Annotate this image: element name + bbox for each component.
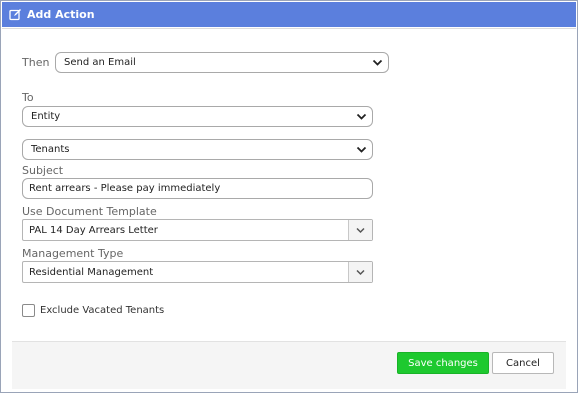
mgmt-dropdown-button[interactable] [348, 262, 372, 282]
to-select-value: Entity [31, 111, 61, 122]
mgmt-select[interactable]: Residential Management [22, 261, 373, 283]
chevron-down-icon [356, 113, 367, 120]
chevron-down-icon [356, 227, 365, 233]
dialog-body: Then Send an Email To Entity Tenants Sub… [2, 28, 576, 392]
template-dropdown-button[interactable] [348, 220, 372, 240]
to-label: To [22, 91, 34, 104]
add-action-dialog: Add Action Then Send an Email To Entity … [0, 0, 578, 393]
exclude-vacated-row[interactable]: Exclude Vacated Tenants [22, 304, 164, 317]
chevron-down-icon [356, 269, 365, 275]
dialog-title: Add Action [27, 8, 95, 21]
then-select-value: Send an Email [64, 57, 136, 68]
exclude-vacated-label: Exclude Vacated Tenants [40, 305, 165, 316]
template-select-value: PAL 14 Day Arrears Letter [29, 224, 158, 236]
exclude-vacated-checkbox[interactable] [22, 304, 35, 317]
mgmt-select-value: Residential Management [29, 266, 154, 278]
entity-select[interactable]: Tenants [22, 139, 373, 160]
then-label: Then [22, 56, 50, 69]
dialog-titlebar: Add Action [2, 2, 576, 27]
entity-select-value: Tenants [31, 144, 70, 155]
subject-input-value: Rent arrears - Please pay immediately [29, 183, 221, 194]
then-select[interactable]: Send an Email [55, 52, 389, 73]
subject-input[interactable]: Rent arrears - Please pay immediately [22, 178, 373, 199]
template-select[interactable]: PAL 14 Day Arrears Letter [22, 219, 373, 241]
cancel-button[interactable]: Cancel [492, 352, 554, 374]
chevron-down-icon [372, 59, 383, 66]
template-label: Use Document Template [22, 205, 157, 218]
subject-label: Subject [22, 164, 64, 177]
dialog-footer: Save changes Cancel [12, 341, 566, 389]
to-select[interactable]: Entity [22, 106, 373, 127]
chevron-down-icon [356, 146, 367, 153]
mgmt-label: Management Type [22, 247, 124, 260]
save-changes-button[interactable]: Save changes [397, 352, 489, 374]
edit-icon [9, 8, 22, 21]
